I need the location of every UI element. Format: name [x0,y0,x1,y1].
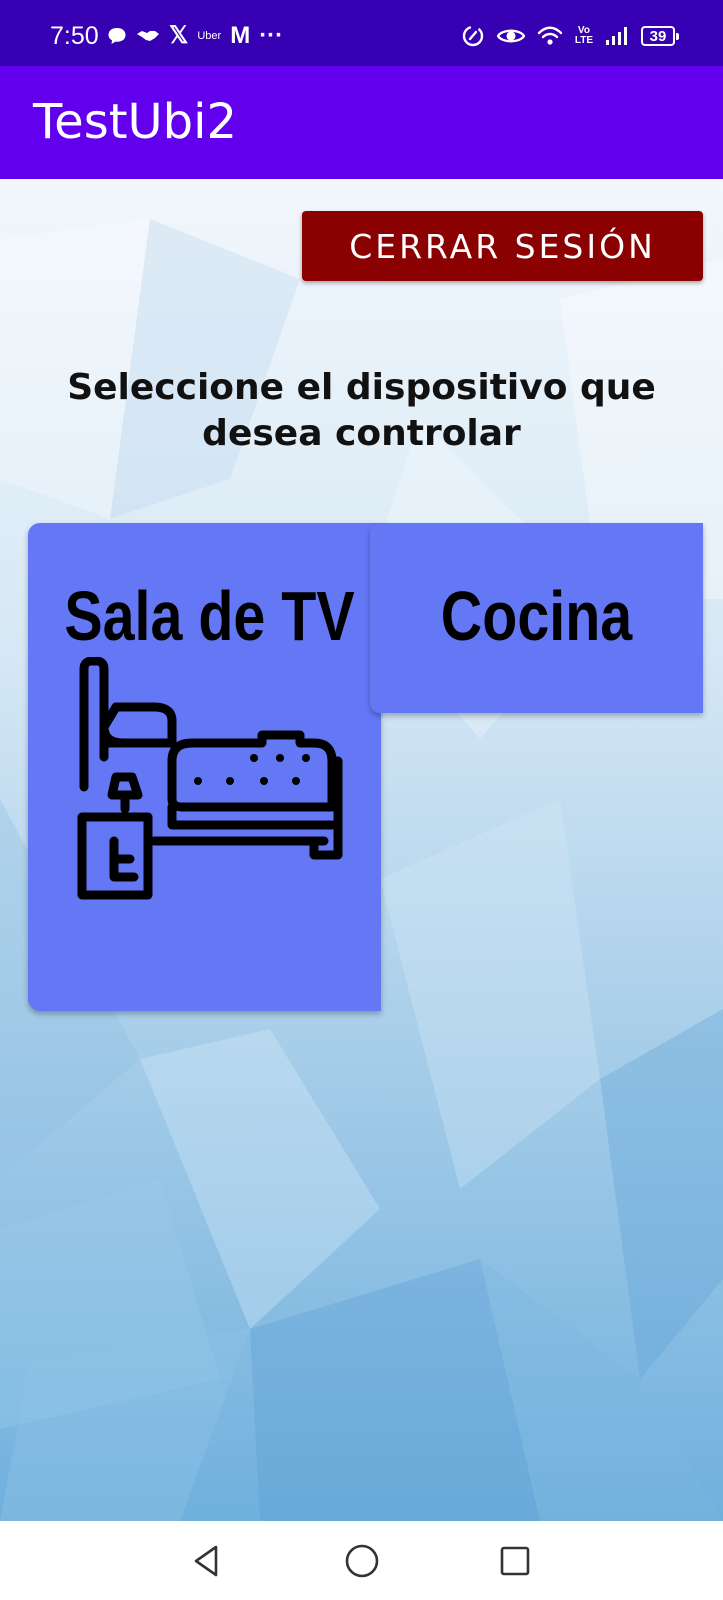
battery-level: 39 [649,27,667,45]
handshake-icon [137,31,159,41]
logout-button[interactable]: CERRAR SESIÓN [302,211,703,281]
device-prompt: Seleccione el dispositivo que desea cont… [67,367,656,454]
gmail-icon: M [230,22,251,49]
status-time: 7:50 [50,22,99,50]
x-logo-icon: 𝕏 [169,22,189,49]
home-icon[interactable] [340,1539,384,1583]
uber-icon: Uber [197,29,222,42]
chat-bubble-icon [108,28,126,44]
volte-bottom: LTE [574,35,593,46]
app-title: TestUbi2 [33,94,237,150]
status-bar: 7:50 𝕏 Uber M ··· Vo LTE 39 [0,0,723,66]
notification-icons: 𝕏 Uber M ··· [107,24,283,48]
device-card-cocina[interactable]: Cocina [370,523,703,713]
signal-icon [606,27,627,45]
device-card-sala-tv[interactable]: Sala de TV [28,523,381,1011]
volte-icon: Vo LTE [575,26,593,46]
bed-nightstand-icon [77,657,343,900]
system-icons: Vo LTE 39 [461,24,679,48]
back-icon[interactable] [184,1539,228,1583]
main-content: CERRAR SESIÓN Seleccione el dispositivo … [0,179,723,1521]
recents-icon[interactable] [493,1539,537,1583]
more-dots-icon: ··· [259,22,284,49]
wifi-icon [537,26,563,45]
card-label-sala-tv: Sala de TV [64,577,355,655]
system-nav-bar [0,1521,723,1600]
battery-icon: 39 [641,26,679,46]
data-saver-icon [462,25,484,47]
card-label-cocina: Cocina [440,577,633,655]
eye-icon [496,29,525,43]
app-bar: TestUbi2 [0,66,723,179]
